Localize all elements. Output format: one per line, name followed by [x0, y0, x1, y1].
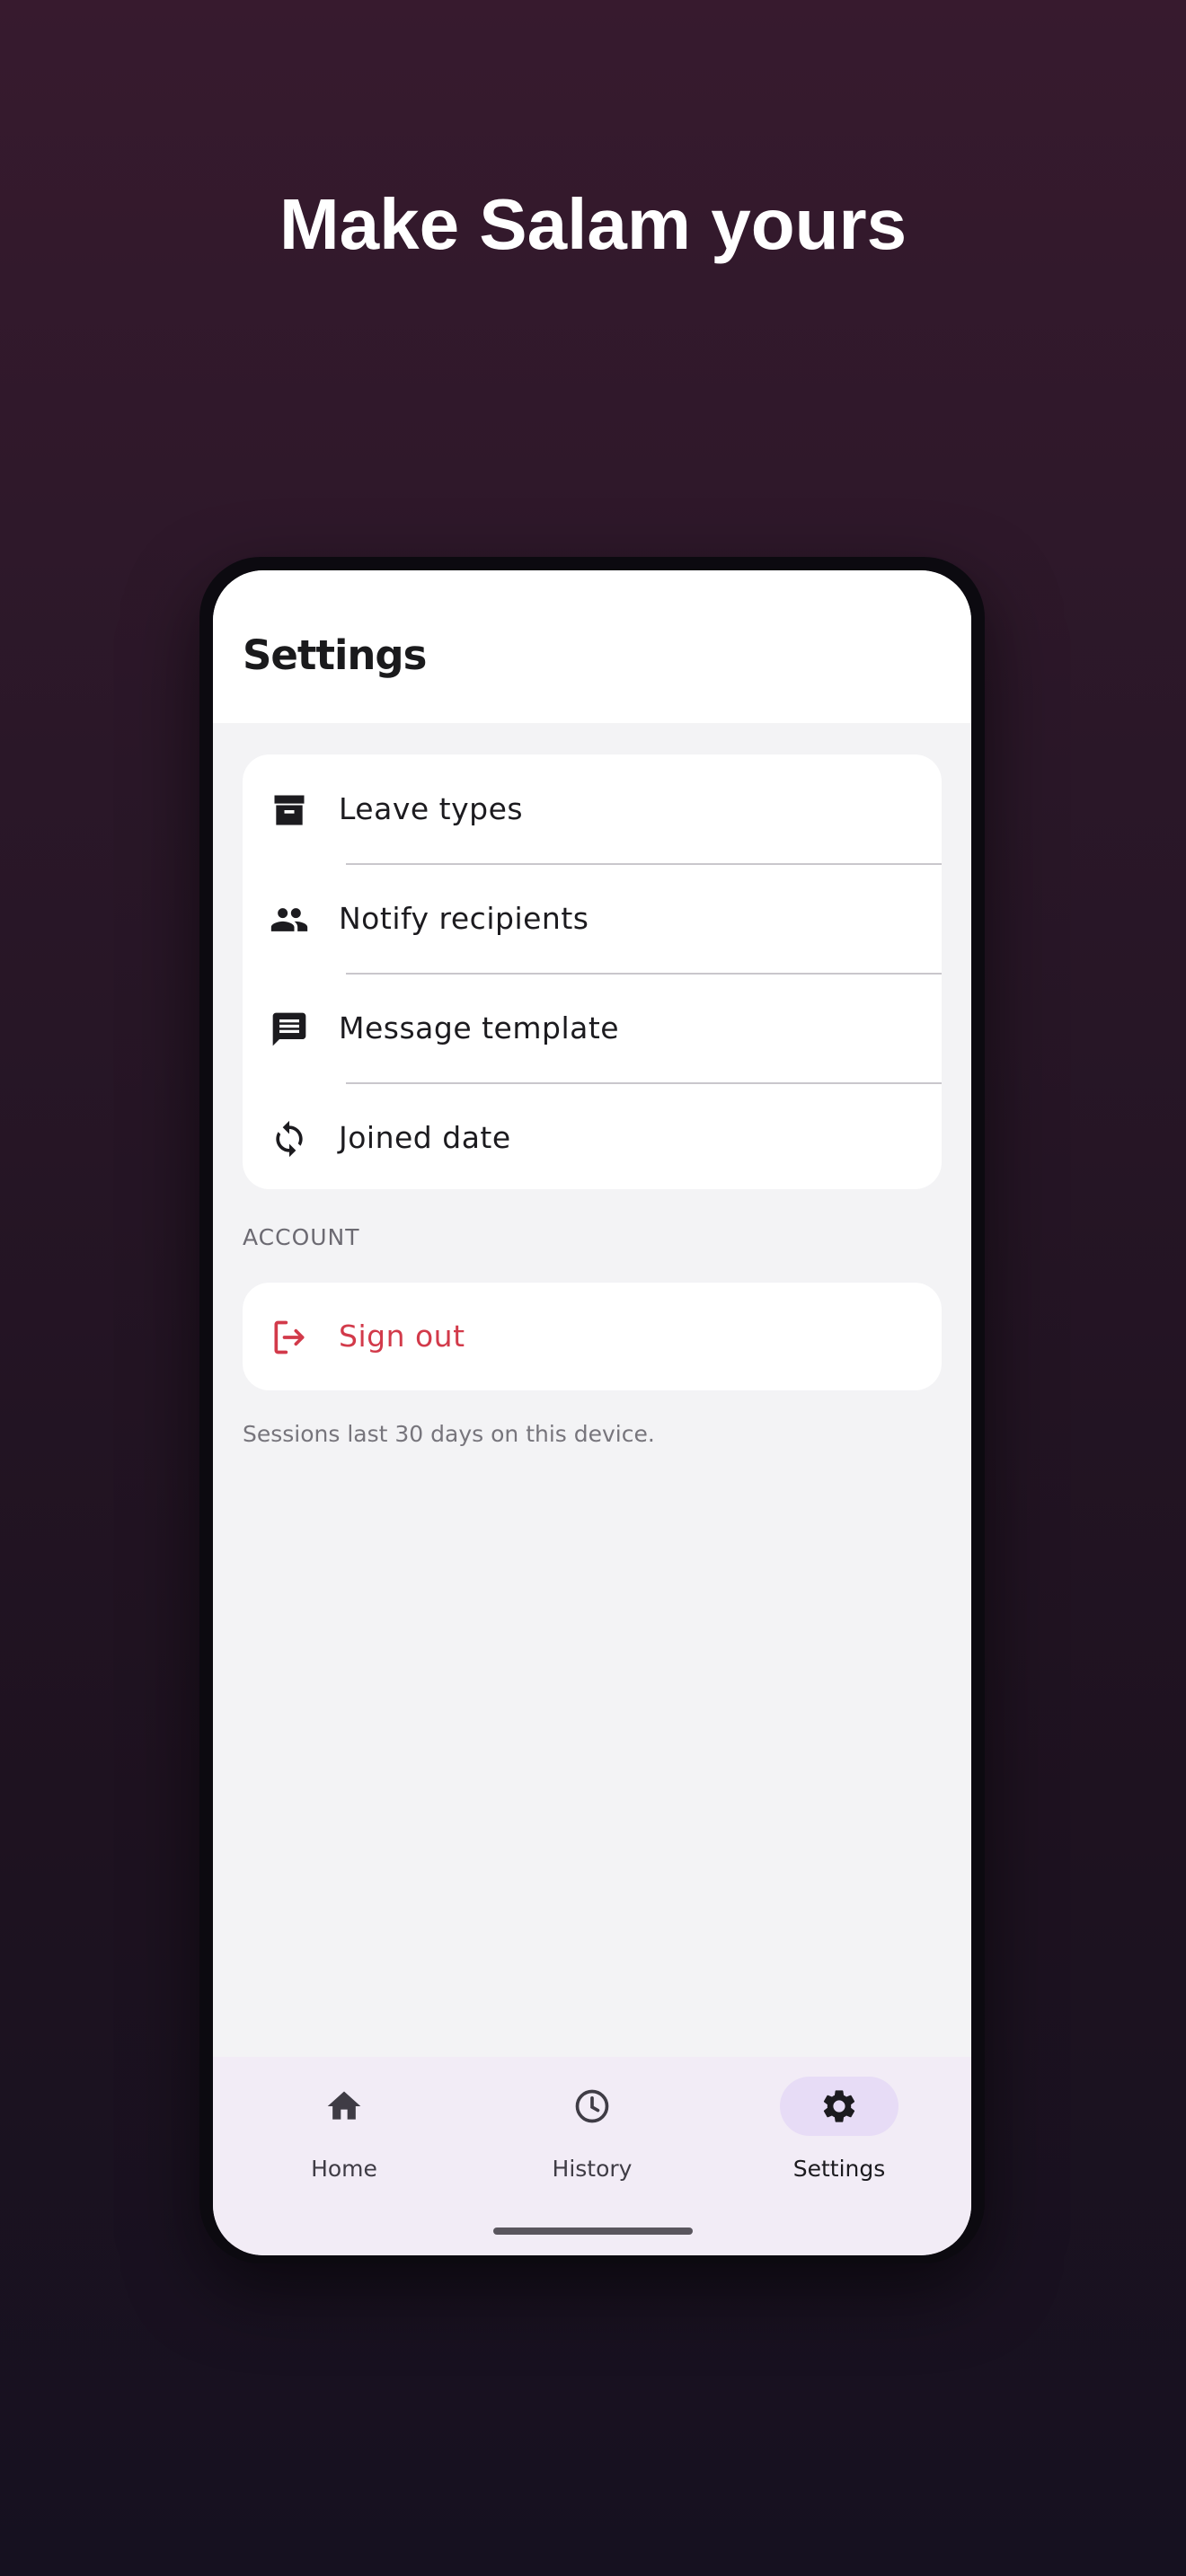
app-screen: Settings Leave types Notify recipients M… [213, 570, 971, 2255]
nav-label: Settings [792, 2156, 886, 2182]
promo-headline: Make Salam yours [279, 184, 907, 264]
settings-item-leave-types[interactable]: Leave types [243, 754, 942, 864]
settings-item-label: Leave types [339, 791, 524, 826]
settings-item-label: Notify recipients [339, 901, 589, 936]
session-footnote: Sessions last 30 days on this device. [243, 1421, 655, 1447]
settings-item-notify-recipients[interactable]: Notify recipients [243, 864, 942, 974]
sign-out-label: Sign out [339, 1319, 465, 1354]
gear-icon [823, 2090, 855, 2122]
nav-item-settings[interactable]: Settings [749, 2057, 929, 2201]
page-title: Settings [243, 631, 427, 679]
phone-frame: Settings Leave types Notify recipients M… [199, 557, 985, 2263]
nav-item-home[interactable]: Home [254, 2057, 434, 2201]
settings-item-label: Joined date [339, 1120, 511, 1155]
settings-item-joined-date[interactable]: Joined date [243, 1083, 942, 1189]
home-icon [327, 2091, 361, 2120]
settings-item-message-template[interactable]: Message template [243, 974, 942, 1083]
sign-out-button[interactable]: Sign out [243, 1283, 942, 1390]
top-app-bar: Settings [213, 570, 971, 723]
account-card: Sign out [243, 1283, 942, 1390]
sync-icon [276, 1120, 303, 1158]
clock-icon [575, 2089, 609, 2123]
gesture-home-indicator[interactable] [493, 2228, 693, 2235]
bottom-navigation-bar: Home History Settings [213, 2057, 971, 2255]
settings-item-label: Message template [339, 1010, 620, 1045]
nav-label: Home [311, 2156, 377, 2182]
account-section-header: ACCOUNT [243, 1224, 360, 1250]
message-icon [272, 1012, 306, 1046]
nav-item-history[interactable]: History [502, 2057, 682, 2201]
nav-label: History [552, 2156, 633, 2182]
people-icon [270, 908, 308, 931]
settings-card: Leave types Notify recipients Message te… [243, 754, 942, 1189]
logout-icon [274, 1320, 305, 1354]
archive-icon [274, 795, 305, 825]
